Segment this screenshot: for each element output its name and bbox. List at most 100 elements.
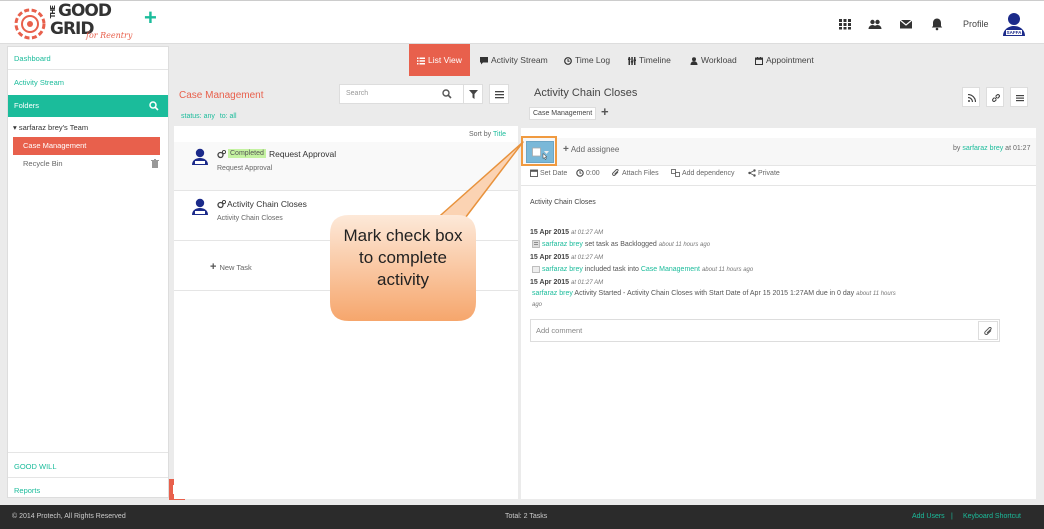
log-user[interactable]: sarfaraz brey bbox=[542, 241, 583, 248]
brand-logo[interactable]: THE GOOD GRID for Reentry bbox=[12, 1, 142, 44]
search-icon[interactable] bbox=[442, 89, 452, 99]
time-button[interactable]: 0:00 bbox=[576, 169, 600, 177]
log-entry: sarfaraz brey Activity Started - Activit… bbox=[532, 290, 896, 297]
folder-tag[interactable]: Case Management bbox=[529, 107, 597, 120]
created-by: by sarfaraz brey at 01:27 bbox=[953, 145, 1030, 152]
sort-by[interactable]: Sort by Title bbox=[469, 131, 506, 138]
divider bbox=[8, 477, 168, 478]
log-folder-link[interactable]: Case Management bbox=[641, 266, 700, 273]
mail-icon[interactable] bbox=[898, 16, 914, 32]
tab-label: List View bbox=[428, 55, 462, 65]
task-detail-panel: Activity Chain Closes Case Management + … bbox=[521, 78, 1036, 499]
team-folder[interactable]: ▾ sarfaraz brey's Team bbox=[13, 123, 88, 132]
tab-list-view[interactable]: List View bbox=[409, 44, 470, 76]
sidebar-item-good-will[interactable]: GOOD WILL bbox=[14, 462, 57, 471]
status-badge: Completed bbox=[228, 149, 266, 158]
comment-attach-button[interactable] bbox=[978, 321, 998, 340]
add-users-link[interactable]: Add Users bbox=[912, 513, 945, 520]
log-entry: sarfaraz brey included task into Case Ma… bbox=[532, 265, 753, 273]
add-dependency-button[interactable]: Add dependency bbox=[671, 169, 735, 177]
users-icon[interactable] bbox=[867, 16, 883, 32]
total-tasks: Total: 2 Tasks bbox=[505, 513, 548, 520]
logo-tagline: for Reentry bbox=[86, 31, 133, 40]
calendar-icon bbox=[755, 56, 763, 65]
trash-icon[interactable] bbox=[151, 159, 159, 168]
link-button[interactable] bbox=[986, 87, 1004, 107]
task-title[interactable]: Activity Chain Closes bbox=[227, 199, 307, 209]
add-assignee-label: Add assignee bbox=[570, 145, 620, 154]
tab-label: Workload bbox=[701, 55, 737, 65]
tab-label: Timeline bbox=[639, 55, 671, 65]
calendar-icon bbox=[530, 169, 538, 177]
bell-icon[interactable] bbox=[929, 16, 945, 32]
log-user[interactable]: sarfaraz brey bbox=[532, 290, 573, 297]
filter-button[interactable] bbox=[463, 84, 483, 104]
sort-value[interactable]: Title bbox=[493, 131, 506, 138]
plus-icon: + bbox=[210, 261, 217, 273]
created-time: at 01:27 bbox=[1005, 145, 1031, 152]
log-date: 15 Apr 2015 at 01:27 AM bbox=[530, 279, 604, 286]
tab-appointment[interactable]: Appointment bbox=[755, 44, 814, 76]
comment-icon bbox=[480, 56, 488, 65]
task-description[interactable]: Activity Chain Closes bbox=[530, 199, 596, 206]
to-filter[interactable]: to: all bbox=[220, 113, 237, 120]
gear-logo-icon bbox=[14, 8, 46, 40]
task-log-icon bbox=[532, 240, 540, 248]
new-task-button[interactable]: + New Task bbox=[210, 261, 252, 273]
task-avatar-icon bbox=[192, 198, 208, 215]
copyright: © 2014 Protech, All Rights Reserved bbox=[12, 513, 126, 520]
profile-label[interactable]: Profile bbox=[963, 19, 989, 29]
user-icon bbox=[690, 56, 698, 65]
timeline-icon bbox=[628, 56, 636, 65]
logo-good: GOOD bbox=[58, 1, 112, 21]
log-date: 15 Apr 2015 at 01:27 AM bbox=[530, 254, 604, 261]
folders-header[interactable]: Folders bbox=[8, 95, 168, 117]
footer: © 2014 Protech, All Rights Reserved Tota… bbox=[0, 505, 1044, 529]
tab-label: Time Log bbox=[575, 55, 611, 65]
tab-time-log[interactable]: Time Log bbox=[564, 44, 610, 76]
footer-separator: | bbox=[951, 513, 953, 520]
tab-activity-stream[interactable]: Activity Stream bbox=[480, 44, 548, 76]
sidebar-item-case-management[interactable]: Case Management bbox=[13, 137, 160, 155]
tab-label: Appointment bbox=[766, 55, 814, 65]
log-date: 15 Apr 2015 at 01:27 AM bbox=[530, 229, 604, 236]
rss-button[interactable] bbox=[962, 87, 980, 107]
add-assignee-button[interactable]: + Add assignee bbox=[563, 144, 619, 155]
task-title[interactable]: Request Approval bbox=[269, 149, 336, 159]
attach-files-button[interactable]: Attach Files bbox=[612, 169, 659, 177]
comment-input[interactable]: Add comment bbox=[530, 319, 1000, 342]
attach-label: Attach Files bbox=[622, 169, 659, 177]
detail-menu-button[interactable] bbox=[1010, 87, 1028, 107]
add-tag-icon[interactable]: + bbox=[601, 105, 609, 118]
sidebar-item-activity-stream[interactable]: Activity Stream bbox=[14, 78, 64, 87]
time-value: 0:00 bbox=[586, 169, 600, 177]
sidebar-item-recycle-bin[interactable]: Recycle Bin bbox=[23, 159, 63, 168]
apps-grid-icon[interactable] bbox=[837, 16, 853, 32]
gears-icon bbox=[217, 200, 226, 209]
status-filter[interactable]: status: any bbox=[181, 113, 215, 120]
link-icon bbox=[992, 94, 1000, 102]
sidebar-item-reports[interactable]: Reports bbox=[14, 486, 40, 495]
set-date-button[interactable]: Set Date bbox=[530, 169, 567, 177]
new-task-label: New Task bbox=[219, 263, 252, 272]
task-subtitle: Request Approval bbox=[217, 165, 273, 172]
tab-workload[interactable]: Workload bbox=[690, 44, 737, 76]
list-menu-button[interactable] bbox=[489, 84, 509, 104]
detail-title[interactable]: Activity Chain Closes bbox=[534, 87, 637, 99]
creator-link[interactable]: sarfaraz brey bbox=[962, 145, 1003, 152]
logo-the: THE bbox=[49, 6, 57, 19]
clock-icon bbox=[564, 56, 572, 65]
avatar[interactable]: SAFFA bbox=[1001, 11, 1027, 37]
add-plus-icon[interactable]: + bbox=[144, 7, 157, 29]
tab-timeline[interactable]: Timeline bbox=[628, 44, 671, 76]
top-bar: THE GOOD GRID for Reentry + Profile SAFF… bbox=[0, 0, 1044, 44]
search-icon[interactable] bbox=[149, 101, 159, 111]
log-user[interactable]: sarfaraz brey bbox=[542, 266, 583, 273]
sidebar-item-dashboard[interactable]: Dashboard bbox=[14, 54, 51, 63]
keyboard-shortcut-link[interactable]: Keyboard Shortcut bbox=[963, 513, 1021, 520]
log-entry: sarfaraz brey set task as Backlogged abo… bbox=[532, 240, 710, 248]
sort-label: Sort by bbox=[469, 131, 492, 138]
private-button[interactable]: Private bbox=[748, 169, 780, 177]
by-prefix: by bbox=[953, 145, 961, 152]
clock-icon bbox=[576, 169, 584, 177]
